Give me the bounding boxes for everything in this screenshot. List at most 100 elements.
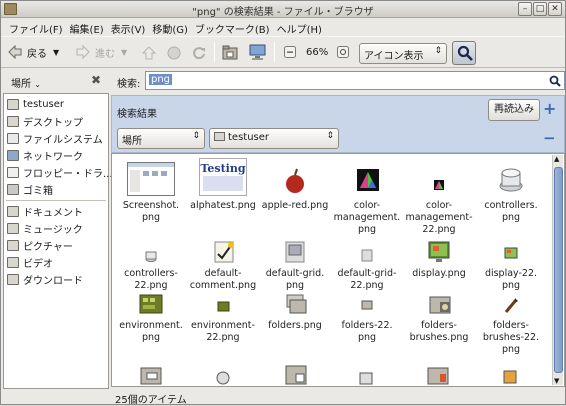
search-query: png xyxy=(149,74,173,85)
scroll-down-icon[interactable]: ▼ xyxy=(554,377,559,385)
location-select[interactable]: 場所 ⇕ xyxy=(117,128,205,149)
home-folder-icon xyxy=(7,99,19,110)
file-item[interactable]: default-grid- 22.png xyxy=(330,242,404,292)
folder-icon[interactable] xyxy=(284,362,308,386)
places-selector[interactable]: 場所 ⌄ xyxy=(11,75,41,90)
sidebar-item-downloads[interactable]: ダウンロード xyxy=(7,272,83,287)
scrollbar-thumb[interactable] xyxy=(554,167,563,373)
sidebar-item-pictures[interactable]: ピクチャー xyxy=(7,238,73,253)
folder-icon[interactable] xyxy=(139,364,163,386)
file-item[interactable]: environment- 22.png xyxy=(186,294,260,344)
forward-button[interactable]: 進む ▼ xyxy=(75,41,127,63)
search-input[interactable]: png xyxy=(145,71,565,90)
minimize-button[interactable]: – xyxy=(518,2,532,16)
remove-criterion-icon[interactable]: − xyxy=(543,129,556,147)
view-mode-select[interactable]: アイコン表示 ⇕ xyxy=(359,43,447,64)
computer-icon[interactable] xyxy=(249,44,266,60)
file-item[interactable]: folders-22. png xyxy=(330,294,404,344)
file-name: default-grid. png xyxy=(265,268,325,291)
file-item[interactable]: Screenshot. png xyxy=(114,162,188,224)
folder-small-icon[interactable] xyxy=(213,370,233,386)
sidebar-item-filesystem[interactable]: ファイルシステム xyxy=(7,131,103,146)
screenshot-thumbnail-icon xyxy=(127,162,175,196)
back-button[interactable]: 戻る ▼ xyxy=(7,41,59,63)
zoom-out-icon[interactable] xyxy=(284,46,296,58)
toolbar-separator xyxy=(274,42,275,62)
file-item[interactable]: color- management. png xyxy=(330,162,404,236)
places-sidebar: testuser デスクトップ ファイルシステム ネットワーク フロッピー・ドラ… xyxy=(3,93,113,389)
forward-arrow-icon xyxy=(76,44,90,60)
file-item[interactable]: environment. png xyxy=(114,294,188,344)
title-bar[interactable]: "png" の検索結果 - ファイル・ブラウザ – □ ✕ xyxy=(1,1,565,18)
file-name: folders.png xyxy=(268,320,322,331)
file-item[interactable]: controllers. png xyxy=(474,162,548,224)
sidebar-item-home[interactable]: testuser xyxy=(7,97,64,112)
sidebar-item-floppy[interactable]: フロッピー・ドラ... xyxy=(7,165,113,180)
item-count: 25個のアイテム xyxy=(115,395,187,406)
file-item[interactable]: default- comment.png xyxy=(186,240,260,292)
sidebar-item-label: ドキュメント xyxy=(23,208,83,219)
file-item[interactable]: controllers- 22.png xyxy=(114,242,188,292)
sidebar-item-documents[interactable]: ドキュメント xyxy=(7,204,83,219)
folder-select[interactable]: testuser ⇕ xyxy=(209,128,339,149)
sidebar-item-videos[interactable]: ビデオ xyxy=(7,255,53,270)
forward-dropdown-icon[interactable]: ▼ xyxy=(121,48,127,57)
sidebar-item-music[interactable]: ミュージック xyxy=(7,221,83,236)
menu-edit[interactable]: 編集(E) xyxy=(68,18,109,36)
menu-file[interactable]: ファイル(F) xyxy=(7,18,68,36)
home-folder-icon[interactable] xyxy=(222,45,238,60)
drive-icon xyxy=(7,133,19,144)
sidebar-header: 場所 ⌄ ✖ xyxy=(1,68,109,92)
search-toggle-button[interactable] xyxy=(452,41,476,65)
testing-thumbnail-icon: Testing xyxy=(199,158,247,196)
reload-icon[interactable] xyxy=(192,46,206,60)
file-name: folders- brushes.png xyxy=(409,320,469,343)
file-name: folders- brushes-22. png xyxy=(482,320,540,355)
add-criterion-icon[interactable]: + xyxy=(543,99,556,118)
menu-help[interactable]: ヘルプ(H) xyxy=(275,18,327,36)
search-results-panel: 検索結果 再読込み + 場所 ⇕ testuser ⇕ − xyxy=(111,95,565,153)
scroll-up-icon[interactable]: ▲ xyxy=(554,155,559,163)
file-name: display-22. png xyxy=(484,268,538,291)
folder-small-icon[interactable] xyxy=(357,370,375,386)
reload-results-button[interactable]: 再読込み xyxy=(488,99,540,121)
sidebar-item-desktop[interactable]: デスクトップ xyxy=(7,114,83,129)
file-item[interactable]: folders.png xyxy=(258,294,332,332)
file-item[interactable]: color- management- 22.png xyxy=(402,162,476,236)
close-sidebar-icon[interactable]: ✖ xyxy=(91,73,101,87)
sidebar-item-network[interactable]: ネットワーク xyxy=(7,148,83,163)
file-icon-grid: Screenshot. png Testing alphatest.png ap… xyxy=(111,153,565,387)
up-arrow-icon[interactable] xyxy=(142,46,156,60)
close-window-button[interactable]: ✕ xyxy=(548,2,562,16)
search-icon[interactable] xyxy=(549,75,561,87)
stop-icon[interactable] xyxy=(167,46,181,60)
menu-view[interactable]: 表示(V) xyxy=(109,18,151,36)
file-item[interactable]: Testing alphatest.png xyxy=(186,158,260,212)
maximize-button[interactable]: □ xyxy=(533,2,547,16)
toolbar: 戻る ▼ 進む ▼ 66% アイコン表示 ⇕ xyxy=(1,36,565,68)
updown-arrows-icon: ⇕ xyxy=(192,131,200,141)
chevron-down-icon: ⌄ xyxy=(34,80,41,89)
zoom-in-icon[interactable] xyxy=(337,46,349,58)
vertical-scrollbar[interactable]: ▲ ▼ xyxy=(552,155,563,385)
menu-go[interactable]: 移動(G) xyxy=(150,18,193,36)
reload-results-label: 再読込み xyxy=(494,104,534,115)
location-value: 場所 xyxy=(122,136,142,147)
sidebar-item-label: ゴミ箱 xyxy=(23,186,53,197)
sidebar-item-trash[interactable]: ゴミ箱 xyxy=(7,182,53,197)
file-item[interactable]: folders- brushes.png xyxy=(402,294,476,344)
folder-small-icon[interactable] xyxy=(501,368,519,386)
file-item[interactable]: display-22. png xyxy=(474,242,548,292)
folder-icon[interactable] xyxy=(426,364,450,386)
svg-text:Testing: Testing xyxy=(200,162,245,175)
back-dropdown-icon[interactable]: ▼ xyxy=(53,48,59,57)
file-item[interactable]: folders- brushes-22. png xyxy=(474,294,548,356)
results-title: 検索結果 xyxy=(117,109,157,120)
color-management-small-icon xyxy=(434,180,444,190)
menu-bookmarks[interactable]: ブックマーク(B) xyxy=(193,18,275,36)
file-item[interactable]: display.png xyxy=(402,240,476,280)
file-name: color- management- 22.png xyxy=(405,200,473,235)
file-item[interactable]: apple-red.png xyxy=(258,162,332,212)
file-name: environment. png xyxy=(119,320,183,343)
file-item[interactable]: default-grid. png xyxy=(258,240,332,292)
